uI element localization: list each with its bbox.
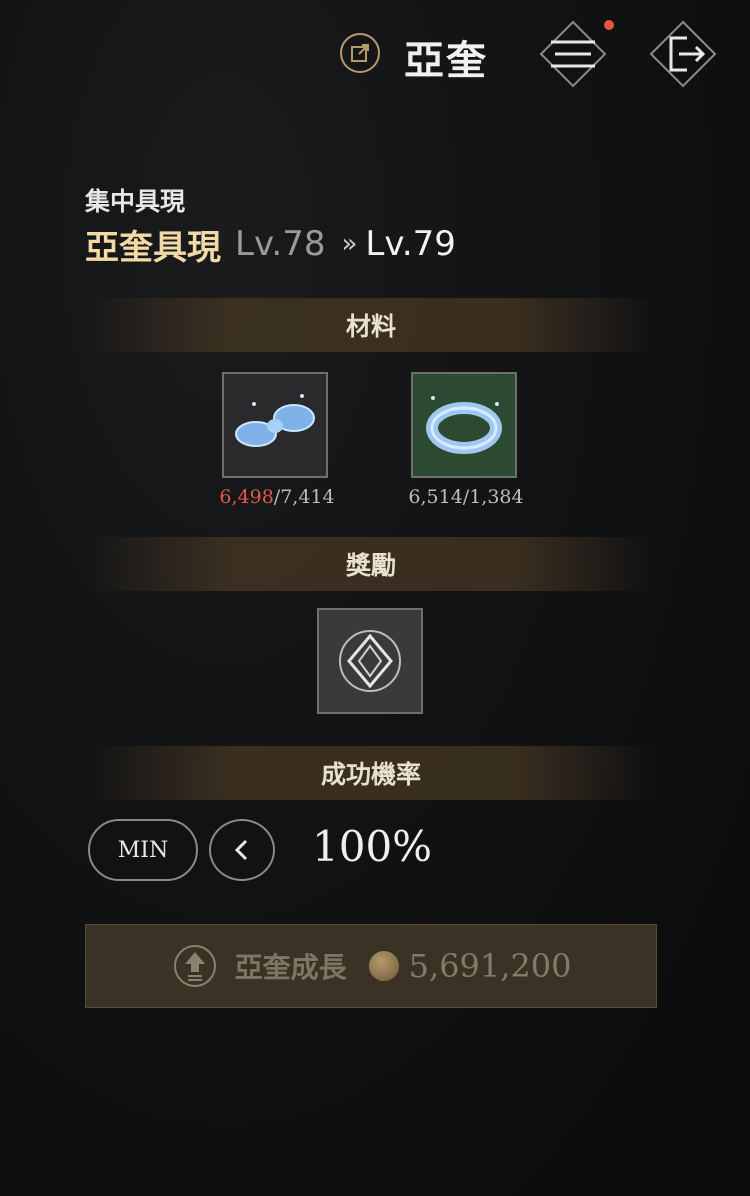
notification-dot xyxy=(604,20,614,30)
reward-header: 獎勵 xyxy=(85,537,657,591)
external-link-icon[interactable] xyxy=(340,33,380,73)
material-count-1: 6,498/7,414 xyxy=(219,486,335,508)
menu-button[interactable] xyxy=(537,18,609,90)
exit-icon xyxy=(649,20,717,88)
upgrade-arrow-icon xyxy=(173,945,216,987)
materials-header: 材料 xyxy=(85,298,657,352)
min-button[interactable]: MIN xyxy=(88,819,198,881)
material-item-1[interactable] xyxy=(222,372,328,478)
material-count-2: 6,514/1,384 xyxy=(408,486,524,508)
material-item-2[interactable] xyxy=(411,372,517,478)
decrease-button[interactable] xyxy=(209,819,275,881)
page-title: 亞奎 xyxy=(404,38,488,84)
reward-item[interactable] xyxy=(317,608,423,714)
emblem-icon xyxy=(339,630,401,692)
level-line: 亞奎具現 Lv.78 » Lv.79 xyxy=(85,220,456,268)
next-level: Lv.79 xyxy=(365,224,456,264)
gold-coin-icon xyxy=(368,951,399,981)
current-level: Lv.78 xyxy=(235,224,326,264)
top-bar: 亞奎 xyxy=(0,0,750,110)
success-rate-header: 成功機率 xyxy=(85,746,657,800)
ribbon-bow-icon xyxy=(235,394,315,447)
ribbon-loop-icon xyxy=(426,396,502,454)
exit-button[interactable] xyxy=(647,18,719,90)
menu-icon xyxy=(539,20,607,88)
grow-button-label: 亞奎成長 xyxy=(234,951,347,984)
level-arrow-icon: » xyxy=(341,229,358,259)
grow-button[interactable]: 亞奎成長 5,691,200 xyxy=(85,924,657,1008)
success-rate-value: 100% xyxy=(312,822,433,871)
skill-name: 亞奎具現 xyxy=(85,227,221,268)
skill-category: 集中具現 xyxy=(85,187,186,216)
background xyxy=(0,0,750,1196)
chevron-left-icon xyxy=(234,839,248,861)
grow-cost: 5,691,200 xyxy=(408,947,572,985)
